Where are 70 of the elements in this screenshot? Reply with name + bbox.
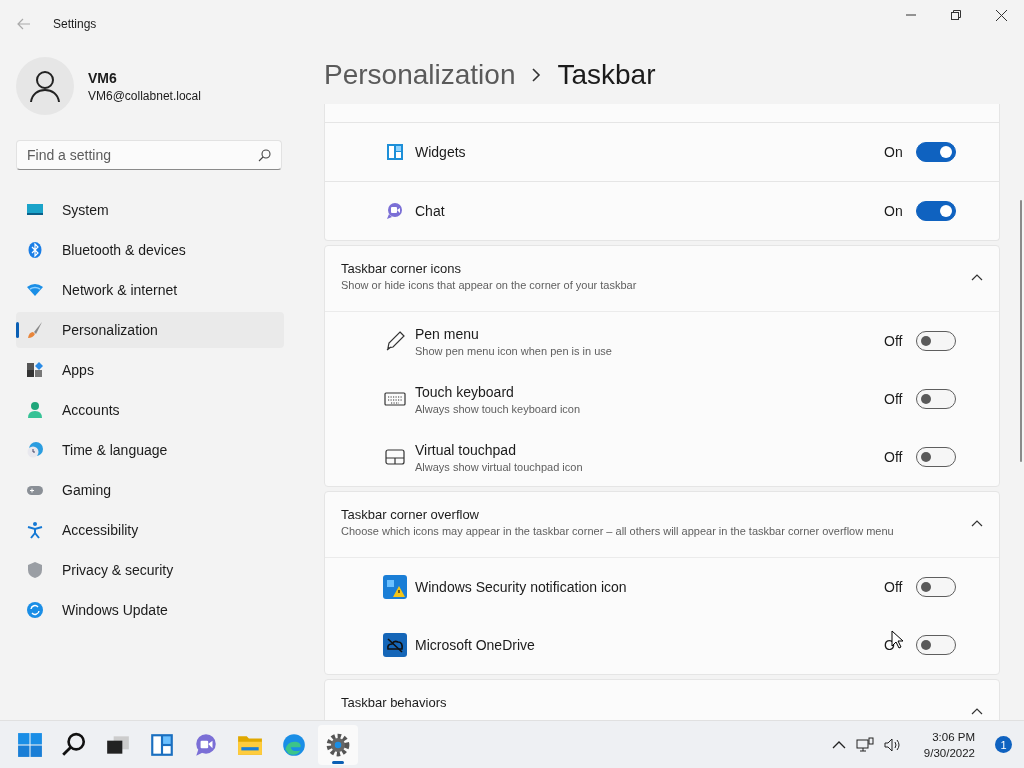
setting-description: Show pen menu icon when pen is in use [415, 344, 613, 357]
toggle-state: Off [884, 449, 904, 465]
notification-count[interactable]: 1 [995, 736, 1012, 753]
maximize-icon[interactable] [951, 10, 961, 20]
account-email: VM6@collabnet.local [88, 88, 201, 103]
search-icon [258, 149, 271, 162]
chevron-right-icon [531, 68, 542, 82]
toggle-state: Off [884, 579, 904, 595]
nav-item[interactable]: Windows Update [16, 592, 284, 628]
chevron-icon[interactable] [971, 707, 983, 715]
window-title: Settings [53, 17, 97, 31]
chevron-icon[interactable] [971, 273, 983, 281]
page-title: Taskbar [557, 59, 656, 91]
network-icon[interactable] [855, 736, 874, 753]
setting-label: Pen menu [415, 325, 480, 342]
nav-item[interactable]: Network & internet [16, 272, 284, 308]
scrollbar-thumb[interactable] [1020, 200, 1022, 462]
setting-label: Widgets [415, 144, 467, 160]
toggle-state: On [884, 203, 904, 219]
toggle-switch[interactable] [916, 331, 956, 351]
toggle-switch[interactable] [916, 577, 956, 597]
section-description: Choose which icons may appear in the taskbar corner – all others will appear in the taskbar corner overflow menu [341, 525, 894, 537]
shield-warning-icon [383, 575, 407, 599]
bluetooth-icon [26, 241, 44, 259]
clock-time[interactable]: 3:06 PM [932, 728, 975, 745]
section-title: Taskbar behaviors [341, 695, 447, 710]
setting-description: Always show virtual touchpad icon [415, 460, 584, 473]
volume-icon[interactable] [883, 736, 902, 753]
nav-item[interactable]: Time & language [16, 432, 284, 468]
account-name: VM6 [88, 69, 118, 86]
cloud-icon [383, 633, 407, 657]
nav-item[interactable]: System [16, 192, 284, 228]
search-field[interactable]: Find a setting [16, 140, 282, 170]
section-title: Taskbar corner icons [341, 261, 462, 276]
apps-icon [26, 361, 44, 379]
toggle-switch[interactable] [916, 142, 956, 162]
toggle-state: Off [884, 333, 904, 349]
setting-label: Windows Security notification icon [415, 579, 628, 595]
toggle-switch[interactable] [916, 201, 956, 221]
brush-icon [26, 321, 44, 339]
toggle-state: On [884, 144, 904, 160]
nav-item[interactable]: Bluetooth & devices [16, 232, 284, 268]
toggle-state: Off [884, 391, 904, 407]
chevron-icon[interactable] [971, 519, 983, 527]
section-title: Taskbar corner overflow [341, 507, 480, 522]
clock-date[interactable]: 9/30/2022 [923, 744, 975, 761]
close-icon[interactable] [996, 10, 1007, 21]
toggle-switch[interactable] [916, 447, 956, 467]
nav-item[interactable]: Personalization [16, 312, 284, 348]
toggle-switch[interactable] [916, 635, 956, 655]
nav-item[interactable]: Apps [16, 352, 284, 388]
breadcrumb-link[interactable]: Personalization [324, 59, 516, 91]
person-icon [26, 401, 44, 419]
nav-item[interactable]: Privacy & security [16, 552, 284, 588]
gear-icon[interactable] [318, 724, 358, 765]
shield-icon [26, 561, 44, 579]
setting-label: Touch keyboard [415, 383, 515, 400]
toggle-switch[interactable] [916, 389, 956, 409]
nav-item[interactable]: Accessibility [16, 512, 284, 548]
nav-item[interactable]: Accounts [16, 392, 284, 428]
nav-item[interactable]: Gaming [16, 472, 284, 508]
setting-label: Chat [415, 203, 446, 219]
accessibility-icon [26, 521, 44, 539]
setting-label: Microsoft OneDrive [415, 637, 536, 653]
globe-clock-icon [26, 441, 44, 459]
update-icon [26, 601, 44, 619]
chevron-up-icon[interactable] [831, 740, 846, 749]
setting-label: Virtual touchpad [415, 441, 517, 458]
setting-description: Always show touch keyboard icon [415, 402, 582, 415]
section-description: Show or hide icons that appear on the corner of your taskbar [341, 279, 637, 291]
